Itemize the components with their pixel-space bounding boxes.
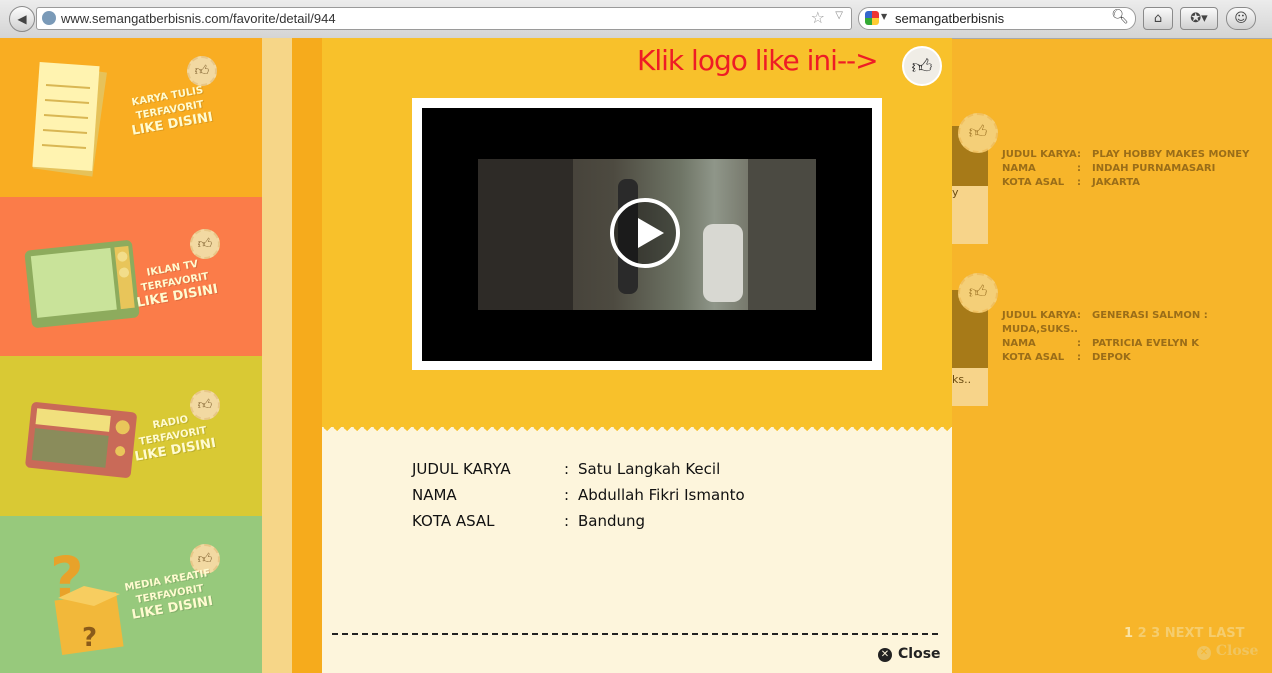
thumb-caption: y (952, 186, 988, 244)
category-label: MEDIA KREATIF TERFAVORIT LIKE DISINI (123, 567, 215, 623)
search-engine-dropdown-icon[interactable]: ▼ (881, 12, 887, 21)
close-button[interactable]: ✕ Close (878, 646, 941, 662)
next-link[interactable]: NEXT (1165, 626, 1204, 641)
like-thumb-icon[interactable]: 👍︎ (958, 273, 998, 313)
home-icon: ⌂ (1153, 11, 1163, 26)
background-entry-info: JUDUL KARYA: GENERASI SALMON : MUDA,SUKS.… (1002, 310, 1208, 363)
url-text[interactable]: www.semangatberbisnis.com/favorite/detai… (61, 11, 336, 26)
last-link[interactable]: LAST (1208, 626, 1245, 641)
search-bar[interactable]: ▼ semangatberbisnis 🔍︎ (858, 7, 1136, 30)
like-thumb-icon[interactable]: 👍︎ (958, 113, 998, 153)
addon-face-icon: ☺ (1234, 11, 1248, 26)
site-favicon-icon (42, 11, 56, 25)
page-link[interactable]: 3 (1151, 626, 1160, 641)
back-button[interactable]: ◀ (9, 6, 35, 32)
detail-row-kota: KOTA ASAL: Bandung (412, 512, 646, 530)
background-close-button[interactable]: ✕ Close (1197, 643, 1258, 660)
background-entry-info: JUDUL KARYA: PLAY HOBBY MAKES MONEY NAMA:… (1002, 149, 1250, 188)
detail-panel: JUDUL KARYA: Satu Langkah Kecil NAMA: Abdu… (322, 427, 952, 673)
video-player[interactable] (422, 108, 872, 361)
thumb-caption: ks.. (952, 368, 988, 406)
video-frame (412, 98, 882, 370)
close-circle-icon: ✕ (1197, 646, 1211, 660)
divider (332, 633, 938, 635)
category-karya-tulis[interactable]: 👍︎ KARYA TULIS TERFAVORIT LIKE DISINI (0, 38, 270, 197)
category-media-kreatif[interactable]: ? ? 👍︎ MEDIA KREATIF TERFAVORIT LIKE DISIN… (0, 516, 270, 673)
detail-modal: Klik logo like ini--> 👍︎ JUDUL KARYA: Sat… (322, 38, 952, 673)
search-icon[interactable]: 🔍︎ (1111, 9, 1129, 25)
svg-text:?: ? (82, 623, 97, 653)
browser-toolbar: ◀ www.semangatberbisnis.com/favorite/det… (0, 0, 1272, 39)
detail-row-nama: NAMA: Abdullah Fikri Ismanto (412, 486, 745, 504)
home-button[interactable]: ⌂ (1143, 7, 1173, 30)
category-radio[interactable]: 👍︎ RADIO TERFAVORIT LIKE DISINI (0, 356, 270, 516)
document-icon (32, 62, 107, 177)
zigzag-edge (322, 427, 952, 435)
like-thumb-icon[interactable]: 👍︎ (902, 46, 942, 86)
page-link[interactable]: 2 (1138, 626, 1147, 641)
addon-button[interactable]: ☺ (1226, 7, 1256, 30)
url-dropdown-icon[interactable]: ▽ (835, 10, 843, 21)
category-iklan-tv[interactable]: 👍︎ IKLAN TV TERFAVORIT LIKE DISINI (0, 197, 270, 356)
sidebar-strip-dark (292, 38, 322, 673)
like-instruction: Klik logo like ini--> (637, 44, 879, 77)
bookmarks-icon: ✪▾ (1190, 11, 1208, 26)
bookmarks-button[interactable]: ✪▾ (1180, 7, 1218, 30)
search-input[interactable]: semangatberbisnis (895, 11, 1004, 26)
google-icon[interactable] (865, 11, 879, 25)
close-circle-icon: ✕ (878, 648, 892, 662)
address-bar[interactable]: www.semangatberbisnis.com/favorite/detai… (36, 7, 852, 30)
back-arrow-icon: ◀ (17, 12, 27, 26)
detail-row-judul: JUDUL KARYA: Satu Langkah Kecil (412, 460, 721, 478)
page-link[interactable]: 1 (1124, 626, 1133, 641)
category-label: KARYA TULIS TERFAVORIT LIKE DISINI (130, 85, 215, 139)
sidebar-strip (262, 38, 292, 673)
play-icon[interactable] (610, 198, 680, 268)
pagination: 1 2 3 NEXT LAST (1124, 626, 1245, 641)
bookmark-star-icon[interactable]: ☆ (811, 8, 825, 27)
